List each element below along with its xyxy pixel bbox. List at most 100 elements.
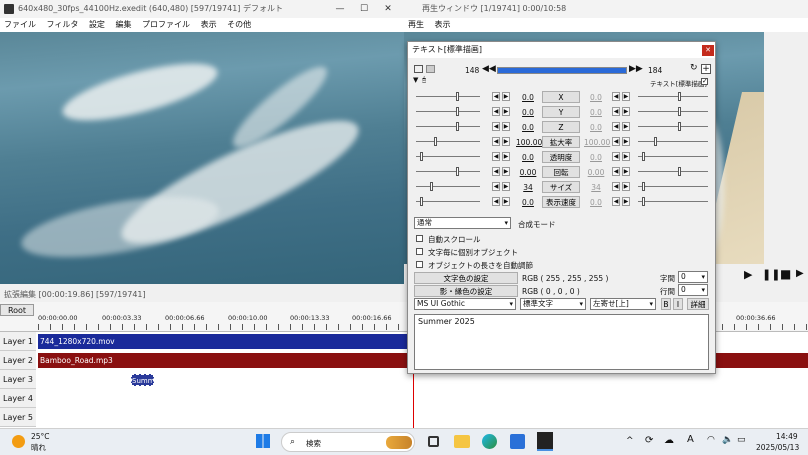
param-left-inc-button[interactable]: ▶ <box>502 122 510 131</box>
edge-icon[interactable] <box>482 434 497 449</box>
ime-indicator[interactable]: A <box>687 434 694 445</box>
param-left-dec-button[interactable]: ◀ <box>492 197 500 206</box>
align-select[interactable]: 左寄せ[上] <box>590 298 656 310</box>
param-right-inc-button[interactable]: ▶ <box>622 167 630 176</box>
volume-icon[interactable]: 🔈 <box>722 435 733 445</box>
param-right-inc-button[interactable]: ▶ <box>622 107 630 116</box>
param-right-knob[interactable] <box>678 92 681 101</box>
task-view-icon[interactable] <box>428 436 439 447</box>
param-right-dec-button[interactable]: ◀ <box>612 137 620 146</box>
font-select[interactable]: MS UI Gothic <box>414 298 516 310</box>
param-right-slider[interactable] <box>638 156 708 157</box>
search-box[interactable]: ⌕ 検索 <box>281 432 415 452</box>
param-right-value[interactable]: 0.0 <box>584 153 608 162</box>
param-left-knob[interactable] <box>456 122 459 131</box>
line-spacing-input[interactable]: 0 <box>678 284 708 296</box>
param-right-value[interactable]: 0.0 <box>584 198 608 207</box>
weather-desc[interactable]: 晴れ <box>31 442 46 453</box>
next-icon[interactable]: ▶ <box>796 268 804 279</box>
param-right-value[interactable]: 100.00 <box>584 138 610 147</box>
param-right-dec-button[interactable]: ◀ <box>612 167 620 176</box>
per-char-checkbox[interactable] <box>416 248 423 255</box>
param-right-dec-button[interactable]: ◀ <box>612 107 620 116</box>
param-right-dec-button[interactable]: ◀ <box>612 122 620 131</box>
param-left-dec-button[interactable]: ◀ <box>492 92 500 101</box>
text-color-button[interactable]: 文字色の設定 <box>414 272 518 284</box>
param-right-knob[interactable] <box>678 122 681 131</box>
param-left-value[interactable]: 100.00 <box>516 138 542 147</box>
menu-edit[interactable]: 編集 <box>115 20 131 29</box>
pause-icon[interactable]: ❚❚ <box>762 268 780 281</box>
player-menu-view[interactable]: 表示 <box>435 20 451 29</box>
aviutl-icon[interactable] <box>537 432 553 451</box>
param-left-knob[interactable] <box>434 137 437 146</box>
menu-profile[interactable]: プロファイル <box>142 20 190 29</box>
param-left-slider[interactable] <box>416 126 480 127</box>
detail-button[interactable]: 詳細 <box>687 298 709 310</box>
param-right-dec-button[interactable]: ◀ <box>612 182 620 191</box>
weather-temp[interactable]: 25°C <box>31 432 50 441</box>
blend-mode-select[interactable]: 通常 <box>414 217 511 229</box>
param-right-knob[interactable] <box>642 197 645 206</box>
tray-cloud-icon[interactable]: ☁ <box>664 435 674 446</box>
param-right-slider[interactable] <box>638 186 708 187</box>
param-left-value[interactable]: 0.0 <box>516 123 540 132</box>
param-left-slider[interactable] <box>416 186 480 187</box>
dialog-close-button[interactable]: ✕ <box>702 45 714 56</box>
tray-app-icon[interactable]: ⟳ <box>645 435 653 446</box>
param-left-dec-button[interactable]: ◀ <box>492 167 500 176</box>
menu-other[interactable]: その他 <box>227 20 251 29</box>
param-name-button[interactable]: X <box>542 91 580 103</box>
param-left-value[interactable]: 0.0 <box>516 93 540 102</box>
param-name-button[interactable]: 表示速度 <box>542 196 580 208</box>
param-left-slider[interactable] <box>416 141 480 142</box>
clip-text[interactable]: Summ <box>131 374 154 386</box>
param-right-slider[interactable] <box>638 171 708 172</box>
param-left-dec-button[interactable]: ◀ <box>492 122 500 131</box>
text-input[interactable]: Summer 2025 <box>414 314 709 370</box>
param-left-inc-button[interactable]: ▶ <box>502 152 510 161</box>
param-right-knob[interactable] <box>642 182 645 191</box>
param-right-inc-button[interactable]: ▶ <box>622 182 630 191</box>
stop-icon[interactable]: ■ <box>780 267 791 281</box>
param-left-dec-button[interactable]: ◀ <box>492 137 500 146</box>
param-left-knob[interactable] <box>420 197 423 206</box>
italic-button[interactable]: I <box>673 298 683 310</box>
param-right-slider[interactable] <box>638 96 708 97</box>
param-left-knob[interactable] <box>456 167 459 176</box>
param-right-knob[interactable] <box>678 167 681 176</box>
param-left-inc-button[interactable]: ▶ <box>502 182 510 191</box>
param-right-knob[interactable] <box>642 152 645 161</box>
menu-filter[interactable]: フィルタ <box>47 20 79 29</box>
layer-4-label[interactable]: Layer 4 <box>0 389 36 408</box>
param-left-inc-button[interactable]: ▶ <box>502 167 510 176</box>
bold-button[interactable]: B <box>661 298 671 310</box>
param-right-inc-button[interactable]: ▶ <box>622 137 630 146</box>
menu-file[interactable]: ファイル <box>4 20 36 29</box>
battery-icon[interactable]: ▭ <box>737 435 746 445</box>
param-right-slider[interactable] <box>638 111 708 112</box>
param-left-dec-button[interactable]: ◀ <box>492 152 500 161</box>
root-button[interactable]: Root <box>0 304 34 316</box>
param-left-knob[interactable] <box>456 92 459 101</box>
param-name-button[interactable]: 透明度 <box>542 151 580 163</box>
param-left-value[interactable]: 34 <box>516 183 540 192</box>
param-right-inc-button[interactable]: ▶ <box>622 122 630 131</box>
add-filter-button[interactable]: + <box>701 64 711 74</box>
param-right-inc-button[interactable]: ▶ <box>622 92 630 101</box>
param-left-dec-button[interactable]: ◀ <box>492 182 500 191</box>
start-icon[interactable] <box>256 434 270 448</box>
param-right-value[interactable]: 34 <box>584 183 608 192</box>
param-left-slider[interactable] <box>416 171 480 172</box>
param-left-value[interactable]: 0.0 <box>516 198 540 207</box>
lock-icon[interactable]: 🖰 <box>422 76 426 85</box>
keyframe-icon[interactable] <box>426 65 435 73</box>
menu-view[interactable]: 表示 <box>201 20 217 29</box>
param-left-slider[interactable] <box>416 96 480 97</box>
play-icon[interactable]: ▶ <box>744 268 752 281</box>
param-right-knob[interactable] <box>654 137 657 146</box>
prev-frame-icon[interactable]: ◀◀ <box>482 64 496 74</box>
param-left-knob[interactable] <box>456 107 459 116</box>
mode-checkbox[interactable]: ✓ <box>701 78 708 85</box>
param-right-value[interactable]: 0.0 <box>584 123 608 132</box>
